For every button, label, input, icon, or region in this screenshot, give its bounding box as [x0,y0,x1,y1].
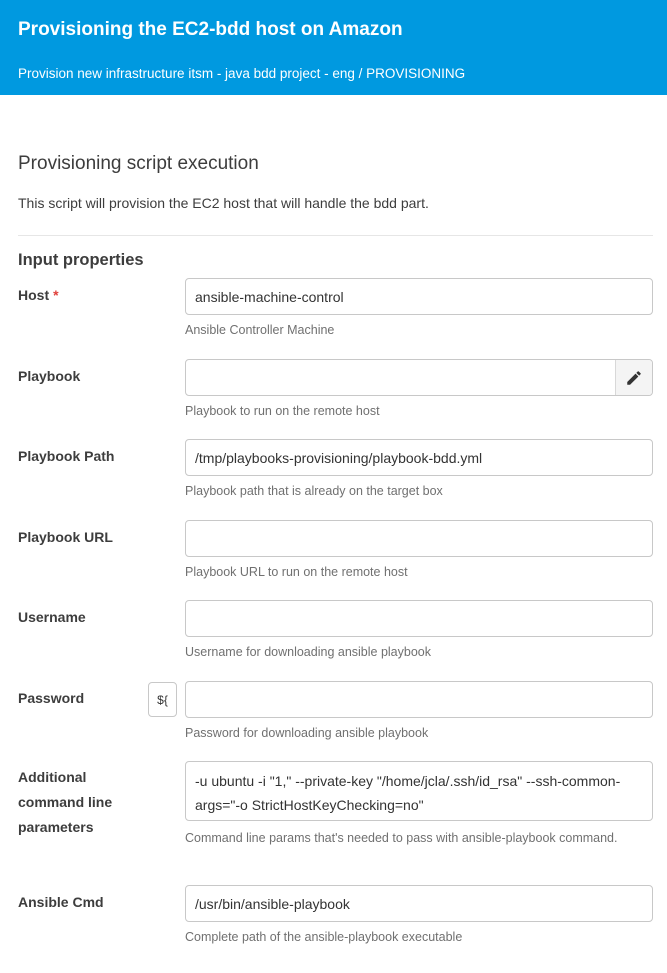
username-help: Username for downloading ansible playboo… [185,645,431,659]
playbook-path-input[interactable]: /tmp/playbooks-provisioning/playbook-bdd… [185,439,653,476]
edit-playbook-button[interactable] [615,360,652,395]
host-label-text: Host [18,287,50,303]
ansible-cmd-input[interactable]: /usr/bin/ansible-playbook [185,885,653,922]
input-properties-form: Host * ansible-machine-control Ansible Co… [18,272,653,972]
ansible-cmd-value: /usr/bin/ansible-playbook [195,895,350,912]
section-divider [18,235,653,236]
section-title: Provisioning script execution [18,153,259,174]
variable-button[interactable]: ${ [148,682,177,717]
page-title: Provisioning the EC2-bdd host on Amazon [18,19,403,40]
playbook-path-value: /tmp/playbooks-provisioning/playbook-bdd… [195,449,483,466]
additional-params-input[interactable]: -u ubuntu -i "1," --private-key "/home/j… [185,761,653,821]
required-marker: * [53,287,59,303]
playbook-help: Playbook to run on the remote host [185,404,380,418]
password-help: Password for downloading ansible playboo… [185,726,429,740]
username-input[interactable] [185,600,653,637]
host-label: Host * [18,283,158,308]
playbook-path-help: Playbook path that is already on the tar… [185,484,443,498]
additional-params-label: Additional command line parameters [18,769,113,835]
main-content: Provisioning script execution This scrip… [0,152,667,972]
additional-params-help: Command line params that's needed to pas… [185,831,618,845]
ansible-cmd-help: Complete path of the ansible-playbook ex… [185,930,463,944]
section-description: This script will provision the EC2 host … [18,195,429,211]
host-input[interactable]: ansible-machine-control [185,278,653,315]
playbook-label: Playbook [18,368,81,384]
host-input-value: ansible-machine-control [195,288,344,305]
playbook-url-input[interactable] [185,520,653,557]
pencil-icon [627,370,641,385]
ansible-cmd-label: Ansible Cmd [18,894,104,910]
playbook-path-label: Playbook Path [18,448,115,464]
playbook-url-help: Playbook URL to run on the remote host [185,565,408,579]
additional-params-value: -u ubuntu -i "1," --private-key "/home/j… [195,773,621,813]
playbook-url-label: Playbook URL [18,529,113,545]
password-label: Password [18,690,85,706]
playbook-input[interactable] [185,359,653,396]
password-input[interactable] [185,681,653,718]
breadcrumb: Provision new infrastructure itsm - java… [18,66,466,81]
input-properties-title: Input properties [18,251,144,269]
username-label: Username [18,609,86,625]
page-header: Provisioning the EC2-bdd host on Amazon … [0,0,667,95]
host-help: Ansible Controller Machine [185,323,335,337]
